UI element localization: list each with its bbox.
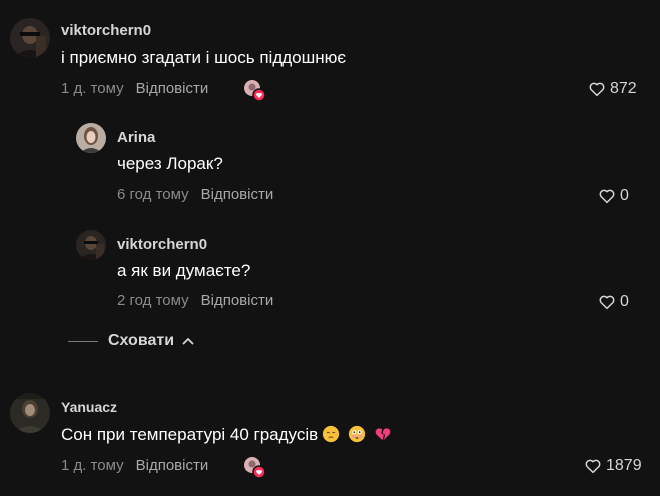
- creator-liked-badge-icon: [242, 78, 266, 102]
- comment-text-content: Сон при температурі 40 градусів: [61, 425, 319, 444]
- broken-heart-emoji: [375, 428, 391, 441]
- like-count: 1879: [606, 457, 642, 474]
- pensive-face-emoji: [323, 425, 340, 443]
- like-count: 0: [620, 187, 629, 204]
- like-button[interactable]: 0: [598, 187, 629, 205]
- comment-time: 1 д. тому: [61, 80, 124, 97]
- like-button[interactable]: 0: [598, 293, 629, 311]
- creator-liked-badge-icon: [242, 455, 266, 479]
- comment-meta: 1 д. тому Відповісти: [61, 457, 208, 474]
- like-count: 0: [620, 293, 629, 310]
- comment-text: через Лорак?: [117, 154, 223, 173]
- reply-button[interactable]: Відповісти: [136, 457, 209, 474]
- avatar[interactable]: [76, 230, 106, 260]
- divider: [68, 340, 98, 342]
- flushed-face-emoji: [349, 425, 366, 443]
- heart-icon: [585, 459, 601, 474]
- comment-time: 6 год тому: [117, 186, 189, 203]
- comment-meta: 6 год тому Відповісти: [117, 186, 273, 203]
- reply-button[interactable]: Відповісти: [201, 186, 274, 203]
- comment-meta: 2 год тому Відповісти: [117, 292, 273, 309]
- like-button[interactable]: 1879: [584, 457, 642, 475]
- comment-username[interactable]: Yanuacz: [61, 399, 117, 415]
- like-count: 872: [610, 80, 637, 97]
- comment-time: 2 год тому: [117, 292, 189, 309]
- comment-text: Сон при температурі 40 градусів: [61, 425, 392, 445]
- hide-replies-label: Сховати: [108, 332, 175, 349]
- avatar[interactable]: [10, 393, 50, 433]
- heart-icon: [589, 82, 605, 97]
- comment-text: і приємно згадати і шось піддошнює: [61, 48, 347, 67]
- comment-username[interactable]: viktorchern0: [61, 22, 151, 39]
- avatar[interactable]: [10, 18, 50, 58]
- comment-username[interactable]: Arina: [117, 129, 155, 146]
- heart-icon: [599, 295, 615, 310]
- like-button[interactable]: 872: [588, 80, 637, 98]
- comment-meta: 1 д. тому Відповісти: [61, 80, 208, 97]
- comment-username[interactable]: viktorchern0: [117, 236, 207, 253]
- avatar[interactable]: [76, 123, 106, 153]
- hide-replies-button[interactable]: Сховати: [68, 332, 196, 350]
- reply-button[interactable]: Відповісти: [201, 292, 274, 309]
- reply-button[interactable]: Відповісти: [136, 80, 209, 97]
- comment-text: а як ви думаєте?: [117, 261, 251, 280]
- heart-icon: [599, 189, 615, 204]
- chevron-up-icon: [182, 338, 194, 345]
- comment-time: 1 д. тому: [61, 457, 124, 474]
